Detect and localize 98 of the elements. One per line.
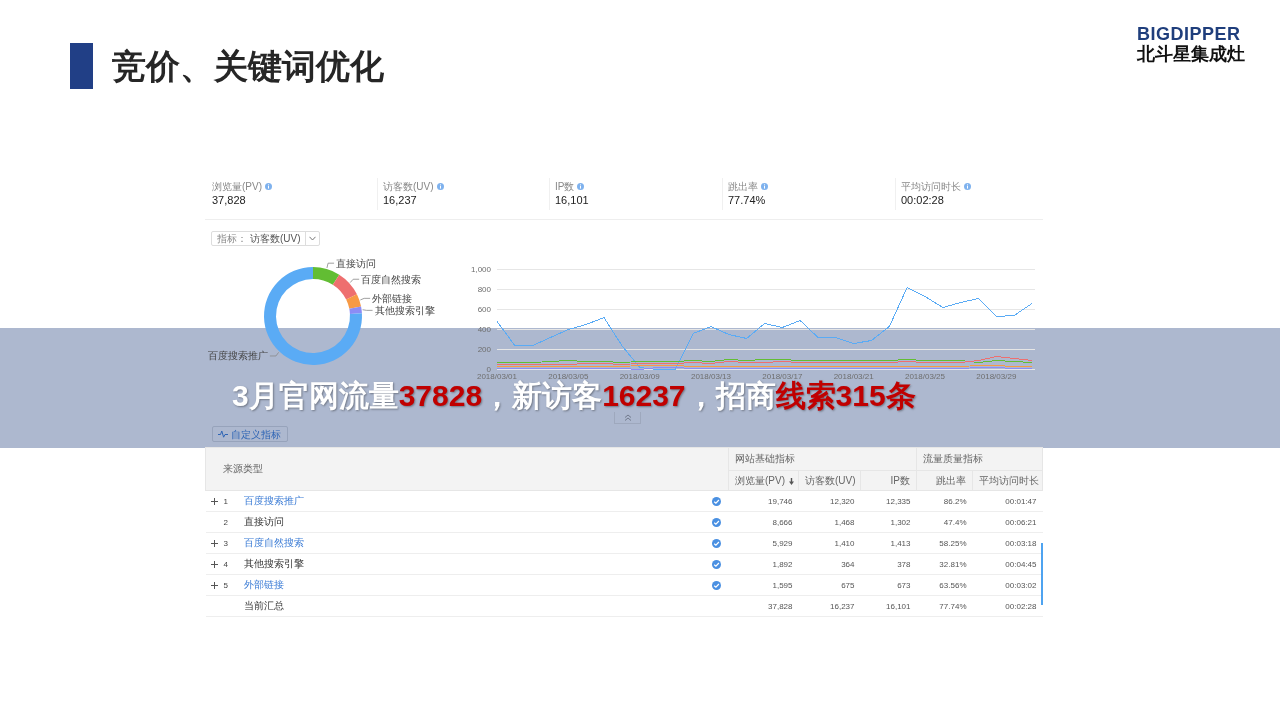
chevron-down-icon bbox=[308, 236, 316, 241]
info-icon[interactable] bbox=[577, 183, 585, 190]
title-accent-bar bbox=[70, 43, 93, 89]
slice-label: 百度搜索推广 bbox=[207, 350, 268, 362]
pulse-icon bbox=[218, 430, 228, 438]
metric-value: 37,828 bbox=[212, 193, 247, 207]
y-axis-label: 200 bbox=[477, 344, 491, 354]
table-cell: 5,929 bbox=[728, 532, 799, 554]
leader-line bbox=[349, 278, 360, 283]
double-chevron-up-icon bbox=[623, 414, 632, 421]
table-cell: 1,468 bbox=[798, 511, 861, 533]
table-cell: 1,410 bbox=[798, 532, 861, 554]
table-cell: 378 bbox=[860, 553, 917, 575]
row-number: 1 bbox=[223, 496, 228, 506]
source-link[interactable]: 百度自然搜索 bbox=[243, 537, 304, 548]
info-icon[interactable] bbox=[964, 183, 971, 190]
info-icon[interactable] bbox=[761, 183, 768, 190]
x-axis-label: 2018/03/17 bbox=[762, 371, 803, 381]
y-axis-label: 1,000 bbox=[470, 264, 491, 274]
leader-line bbox=[359, 297, 371, 301]
table-cell: 1,413 bbox=[860, 532, 917, 554]
table-cell: 19,746 bbox=[728, 490, 799, 512]
table-cell: 58.25% bbox=[916, 532, 973, 554]
table-cell: 8,666 bbox=[728, 511, 799, 533]
metric-label: IP数 bbox=[555, 180, 575, 193]
slice-label: 百度自然搜索 bbox=[361, 273, 422, 285]
table-cell: 673 bbox=[860, 574, 917, 596]
check-circle-icon[interactable] bbox=[712, 496, 721, 506]
plus-icon[interactable] bbox=[211, 497, 218, 505]
table-cell: 364 bbox=[798, 553, 861, 575]
table-cell: 63.56% bbox=[916, 574, 973, 596]
info-icon[interactable] bbox=[265, 183, 272, 190]
table-cell: 47.4% bbox=[916, 511, 973, 533]
metric-value: 77.74% bbox=[728, 193, 767, 207]
plus-icon[interactable] bbox=[211, 539, 218, 547]
table-cell: 16,101 bbox=[860, 595, 917, 617]
table-cell: 86.2% bbox=[916, 490, 973, 512]
table-cell: 12,335 bbox=[860, 490, 917, 512]
leader-line bbox=[362, 309, 373, 311]
slice-label: 其他搜索引擎 bbox=[374, 304, 435, 316]
table-cell: 1,892 bbox=[728, 553, 799, 575]
slide-title: 竞价、关键词优化 bbox=[112, 46, 384, 87]
row-number: 2 bbox=[223, 517, 228, 527]
table-cell: 1,595 bbox=[728, 574, 799, 596]
table-cell: 00:06:21 bbox=[972, 511, 1043, 533]
plus-icon[interactable] bbox=[211, 560, 218, 568]
y-axis-label: 800 bbox=[477, 284, 491, 294]
metric-label: 跳出率 bbox=[728, 180, 758, 193]
row-number: 5 bbox=[223, 580, 228, 590]
check-circle-icon[interactable] bbox=[712, 559, 721, 569]
collapse-button[interactable] bbox=[614, 412, 641, 424]
column-header: 来源类型 bbox=[205, 447, 729, 491]
x-axis-label: 2018/03/01 bbox=[477, 371, 517, 381]
x-axis-label: 2018/03/09 bbox=[619, 371, 660, 381]
plus-icon[interactable] bbox=[211, 581, 218, 589]
source-name: 其他搜索引擎 bbox=[243, 558, 304, 569]
brand-name: 北斗星集成灶 bbox=[1137, 44, 1245, 64]
metric-value: 00:02:28 bbox=[901, 193, 945, 207]
custom-metrics-button[interactable]: 自定义指标 bbox=[212, 426, 288, 442]
row-number: 4 bbox=[223, 559, 228, 569]
group-header: 流量质量指标 bbox=[916, 447, 1043, 471]
slice-label: 直接访问 bbox=[336, 257, 377, 269]
source-link[interactable]: 百度搜索推广 bbox=[243, 495, 304, 506]
check-circle-icon[interactable] bbox=[712, 580, 721, 590]
leader-line bbox=[326, 262, 335, 269]
leader-line bbox=[269, 351, 280, 357]
y-axis-label: 0 bbox=[486, 364, 491, 374]
metric-value: 16,101 bbox=[555, 193, 590, 207]
check-circle-icon[interactable] bbox=[712, 538, 721, 548]
table-cell: 1,302 bbox=[860, 511, 917, 533]
metric-label: 平均访问时长 bbox=[901, 180, 961, 193]
metric-value: 16,237 bbox=[383, 193, 418, 207]
y-axis-label: 600 bbox=[477, 304, 491, 314]
table-cell: 77.74% bbox=[916, 595, 973, 617]
table-cell: 32.81% bbox=[916, 553, 973, 575]
metric-label: 访客数(UV) bbox=[383, 180, 434, 193]
table-cell: 675 bbox=[798, 574, 861, 596]
source-link[interactable]: 外部链接 bbox=[243, 579, 284, 590]
metric-select[interactable]: 指标： 访客数(UV) bbox=[211, 231, 320, 246]
brand-wordmark: BIGDIPPER bbox=[1137, 25, 1241, 44]
x-axis-label: 2018/03/05 bbox=[548, 371, 589, 381]
x-axis-label: 2018/03/13 bbox=[691, 371, 731, 381]
table-cell: 12,320 bbox=[798, 490, 861, 512]
table-cell: 37,828 bbox=[728, 595, 799, 617]
scrollbar-thumb[interactable] bbox=[1041, 543, 1043, 605]
info-icon[interactable] bbox=[436, 183, 444, 190]
x-axis-label: 2018/03/21 bbox=[833, 371, 874, 381]
metric-label: 浏览量(PV) bbox=[212, 180, 262, 193]
x-axis-label: 2018/03/29 bbox=[976, 371, 1017, 381]
table-cell: 16,237 bbox=[798, 595, 861, 617]
source-name: 直接访问 bbox=[243, 516, 284, 527]
table-cell: 00:01:47 bbox=[972, 490, 1043, 512]
x-axis-label: 2018/03/25 bbox=[905, 371, 945, 381]
total-label: 当前汇总 bbox=[243, 600, 284, 611]
row-number: 3 bbox=[223, 538, 228, 548]
check-circle-icon[interactable] bbox=[712, 517, 721, 527]
slice-label: 外部链接 bbox=[372, 292, 413, 304]
group-header: 网站基础指标 bbox=[728, 447, 917, 471]
